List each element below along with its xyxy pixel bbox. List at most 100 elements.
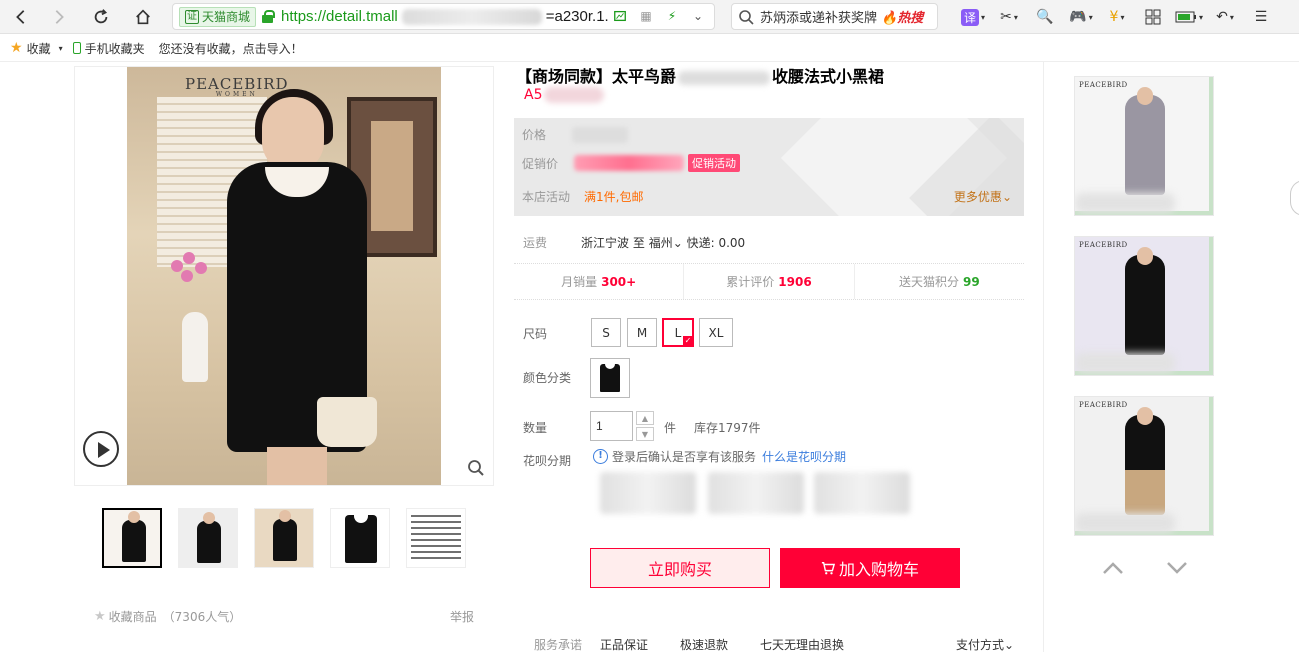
phone-icon <box>72 42 81 54</box>
service-item[interactable]: 七天无理由退换 <box>760 636 844 653</box>
main-product-image[interactable]: PEACEBIRD WOMEN <box>74 66 494 486</box>
chevron-down-icon[interactable]: ⌄ <box>690 8 706 24</box>
translate-icon[interactable]: 译 ▾ <box>958 6 988 28</box>
size-label: 尺码 <box>523 327 548 341</box>
price-row: 价格 <box>522 126 629 143</box>
screenshot-icon[interactable] <box>612 8 628 24</box>
grid-icon[interactable]: ▦ <box>638 8 654 24</box>
zoom-icon[interactable] <box>467 459 485 477</box>
promo-price-row: 促销价 促销活动 <box>522 154 741 172</box>
product-subtitle: A5 <box>524 87 605 103</box>
title-redacted <box>678 70 771 85</box>
review-count[interactable]: 累计评价 1906 <box>684 264 855 299</box>
favorites-menu[interactable]: ★ 收藏 ▾ <box>10 40 63 57</box>
more-offers-link[interactable]: 更多优惠⌄ <box>954 188 1012 205</box>
import-bookmarks-link[interactable]: 您还没有收藏，点击导入！ <box>159 40 303 57</box>
favorite-product[interactable]: ★ 收藏商品 （7306人气） <box>94 608 241 625</box>
service-promises: 服务承诺 正品保证 极速退款 七天无理由退换 <box>534 636 845 653</box>
destination-select[interactable]: 福州⌄ <box>649 236 683 250</box>
thumbnail-strip <box>102 508 482 568</box>
quantity-increase-icon[interactable]: ▲ <box>636 411 654 425</box>
back-icon[interactable] <box>8 5 34 29</box>
quantity-decrease-icon[interactable]: ▼ <box>636 427 654 441</box>
scissors-icon[interactable]: ✂ ▾ <box>994 6 1024 28</box>
hot-search-badge: 🔥热搜 <box>881 11 924 26</box>
star-icon: ★ <box>94 609 106 624</box>
recommended-item-1[interactable]: PEACEBIRD <box>1074 76 1214 216</box>
column-divider <box>1043 62 1044 652</box>
payment-methods[interactable]: 支付方式⌄ <box>956 636 1014 653</box>
coupon-icon[interactable]: ¥ ▾ <box>1102 6 1132 28</box>
huabei-note: ! 登录后确认是否享有该服务 什么是花呗分期 <box>593 448 846 465</box>
url-suffix: =a230r.1. <box>545 7 609 25</box>
site-identity-badge[interactable]: 证 天猫商城 <box>179 6 257 27</box>
mobile-favorites[interactable]: 手机收藏夹 <box>72 40 145 57</box>
certificate-icon: 证 <box>185 9 199 24</box>
shipping-row: 运费 浙江宁波 至 福州⌄ 快递: 0.00 <box>523 236 746 250</box>
promo-price-redacted <box>574 155 685 171</box>
thumbnail-5[interactable] <box>406 508 466 568</box>
home-icon[interactable] <box>130 5 156 29</box>
speed-icon[interactable]: ⚡ <box>664 8 680 24</box>
product-photo: PEACEBIRD WOMEN <box>127 67 441 485</box>
forward-icon[interactable] <box>46 5 72 29</box>
thumbnail-3[interactable] <box>254 508 314 568</box>
tmall-points: 送天猫积分 99 <box>898 274 980 290</box>
thumbnail-4[interactable] <box>330 508 390 568</box>
url-text[interactable]: https://detail.tmall =a230r.1. <box>281 7 609 26</box>
refresh-icon[interactable] <box>88 5 114 29</box>
store-activity-row: 本店活动 满1件,包邮 <box>522 190 644 204</box>
add-to-cart-button[interactable]: 加入购物车 <box>780 548 960 588</box>
price-redacted <box>572 126 629 143</box>
service-item[interactable]: 极速退款 <box>680 636 728 653</box>
report-link[interactable]: 举报 <box>450 608 474 625</box>
bookmarks-bar: ★ 收藏 ▾ 手机收藏夹 您还没有收藏，点击导入！ <box>0 35 1299 62</box>
info-icon: ! <box>593 449 608 464</box>
color-option-black[interactable] <box>590 358 630 398</box>
search-icon <box>739 9 754 25</box>
play-video-icon[interactable] <box>83 431 119 467</box>
quantity-unit: 件 <box>664 421 677 435</box>
game-icon[interactable]: 🎮 ▾ <box>1066 6 1096 28</box>
chevron-up-icon[interactable] <box>1102 560 1124 576</box>
thumbnail-1[interactable] <box>102 508 162 568</box>
color-label: 颜色分类 <box>523 371 572 385</box>
url-redacted <box>401 9 542 26</box>
magnifier-icon[interactable]: 🔍 <box>1030 6 1060 28</box>
stock-count: 库存1797件 <box>694 421 761 435</box>
promo-tag[interactable]: 促销活动 <box>688 154 741 172</box>
chevron-down-icon[interactable] <box>1166 560 1188 576</box>
sales-stats: 月销量 300+ 累计评价 1906 送天猫积分 99 <box>514 263 1024 300</box>
product-title: 【商场同款】太平鸟爵 收腰法式小黑裙 <box>516 67 885 86</box>
quantity-input[interactable] <box>590 411 633 441</box>
recommended-item-3[interactable]: PEACEBIRD <box>1074 396 1214 536</box>
browser-toolbar: 证 天猫商城 https://detail.tmall =a230r.1. ▦ ⚡… <box>0 0 1299 34</box>
url-prefix: https://detail.tmall <box>281 7 398 25</box>
installment-options-redacted[interactable] <box>592 466 912 522</box>
star-icon: ★ <box>10 40 23 56</box>
battery-icon[interactable]: ▾ <box>1174 6 1204 28</box>
lock-icon <box>262 10 276 23</box>
undo-icon[interactable]: ↶ ▾ <box>1210 6 1240 28</box>
recommended-item-2[interactable]: PEACEBIRD <box>1074 236 1214 376</box>
side-panel-tab[interactable] <box>1290 180 1299 216</box>
apps-grid-icon[interactable] <box>1138 6 1168 28</box>
search-box[interactable]: 苏炳添或递补获奖牌 🔥热搜 <box>731 3 938 30</box>
quantity-label: 数量 <box>523 421 548 435</box>
size-option-m[interactable]: M <box>627 318 657 347</box>
monthly-sales: 月销量 300+ <box>514 264 685 299</box>
size-option-xl[interactable]: XL <box>699 318 733 347</box>
brand-logo: PEACEBIRD WOMEN <box>185 75 289 98</box>
chevron-down-icon: ▾ <box>58 43 63 53</box>
search-suggestion: 苏炳添或递补获奖牌 <box>760 11 878 26</box>
menu-icon[interactable]: ☰ <box>1246 6 1276 28</box>
huabei-help-link[interactable]: 什么是花呗分期 <box>762 448 846 465</box>
buy-now-button[interactable]: 立即购买 <box>590 548 770 588</box>
cart-icon <box>821 562 835 575</box>
service-item[interactable]: 正品保证 <box>600 636 648 653</box>
thumbnail-2[interactable] <box>178 508 238 568</box>
huabei-label: 花呗分期 <box>523 454 572 468</box>
size-option-l[interactable]: L <box>662 318 694 347</box>
address-bar[interactable]: 证 天猫商城 https://detail.tmall =a230r.1. ▦ ⚡… <box>172 3 715 30</box>
size-option-s[interactable]: S <box>591 318 621 347</box>
